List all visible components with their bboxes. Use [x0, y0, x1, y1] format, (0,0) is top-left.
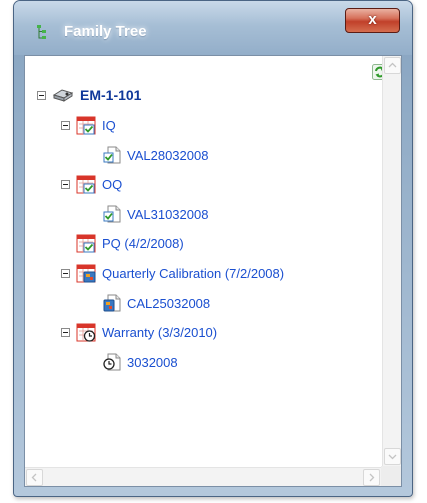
tree-node-label: EM-1-101: [80, 87, 142, 103]
scroll-left-button[interactable]: [26, 469, 43, 486]
tree-node-label: Quarterly Calibration (7/2/2008): [102, 266, 285, 281]
tree-node-val28032008[interactable]: VAL28032008: [103, 146, 208, 164]
checklist-calendar-icon: [76, 234, 96, 253]
collapse-toggle[interactable]: [61, 269, 70, 278]
scroll-up-button[interactable]: [384, 57, 401, 74]
tree-node-val31032008[interactable]: VAL31032008: [103, 205, 208, 223]
tree-node-label: OQ: [102, 177, 123, 192]
window-title: Family Tree: [64, 23, 147, 40]
collapse-toggle[interactable]: [61, 328, 70, 337]
tree-node-quarterly-calibration[interactable]: Quarterly Calibration (7/2/2008): [61, 264, 284, 283]
tree-node-label: VAL28032008: [127, 147, 209, 163]
title-bar[interactable]: Family Tree x: [14, 1, 412, 55]
scrollbar-corner: [381, 466, 401, 486]
checked-document-icon: [103, 146, 121, 164]
tree-icon: [37, 25, 46, 39]
collapse-toggle[interactable]: [61, 180, 70, 189]
collapse-toggle[interactable]: [61, 121, 70, 130]
checklist-calendar-icon: [76, 116, 96, 135]
collapse-toggle[interactable]: [37, 90, 46, 100]
scroll-down-button[interactable]: [384, 448, 401, 465]
calibration-document-icon: [103, 294, 121, 312]
close-icon: x: [368, 11, 377, 28]
tree-node-label: Warranty (3/3/2010): [102, 325, 218, 340]
tree-node-warranty[interactable]: Warranty (3/3/2010): [61, 323, 217, 342]
tree-node-label: IQ: [102, 118, 116, 133]
tree-node-cal25032008[interactable]: CAL25032008: [103, 294, 210, 312]
chevron-right-icon: [369, 473, 375, 482]
tree-node-pq[interactable]: PQ (4/2/2008): [76, 234, 184, 253]
tree-view: EM-1-101 IQ VAL28032008 OQ VAL31032008 P…: [25, 56, 381, 466]
tree-node-iq[interactable]: IQ: [61, 116, 116, 135]
tree-node-root[interactable]: EM-1-101: [37, 87, 141, 103]
calibration-calendar-icon: [76, 264, 96, 283]
chevron-left-icon: [31, 473, 37, 482]
chevron-up-icon: [388, 62, 397, 68]
close-button[interactable]: x: [345, 8, 400, 33]
tree-node-label: PQ (4/2/2008): [102, 236, 184, 251]
checked-document-icon: [103, 205, 121, 223]
tree-node-label: 3032008: [127, 354, 178, 370]
tree-node-label: CAL25032008: [127, 295, 211, 311]
tree-node-label: VAL31032008: [127, 206, 209, 222]
vertical-scrollbar[interactable]: [382, 56, 401, 466]
tree-panel: EM-1-101 IQ VAL28032008 OQ VAL31032008 P…: [24, 55, 402, 487]
clock-calendar-icon: [76, 323, 96, 342]
equipment-icon: [52, 89, 74, 102]
family-tree-window: Family Tree x EM-1-101 IQ VAL28032008 OQ…: [13, 0, 413, 497]
tree-node-3032008[interactable]: 3032008: [103, 353, 178, 371]
horizontal-scrollbar[interactable]: [25, 467, 381, 486]
chevron-down-icon: [388, 454, 397, 460]
tree-node-oq[interactable]: OQ: [61, 175, 122, 194]
scroll-right-button[interactable]: [363, 469, 380, 486]
clock-document-icon: [103, 353, 121, 371]
checklist-calendar-icon: [76, 175, 96, 194]
